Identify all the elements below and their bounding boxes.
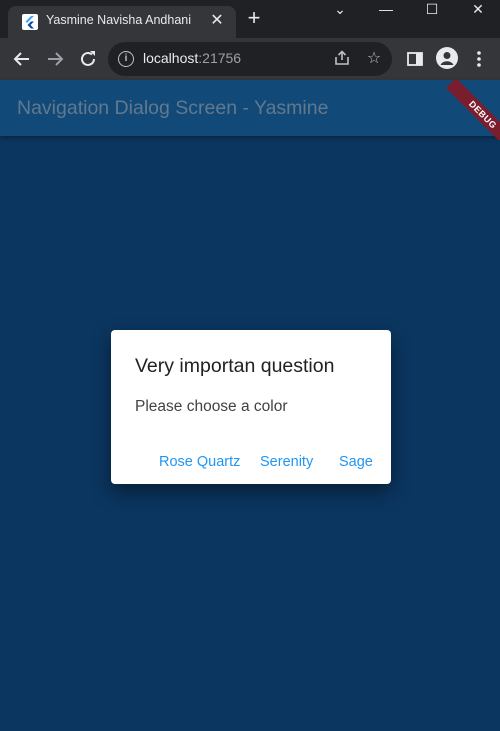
browser-chrome: Yasmine Navisha Andhani ✕ + ⌄ — ☐ ✕ i lo… [0,0,500,80]
reload-icon[interactable] [77,48,99,70]
alert-dialog: Very importan question Please choose a c… [111,330,391,484]
maximize-button[interactable]: ☐ [412,0,452,20]
dialog-content: Please choose a color [135,398,288,415]
new-tab-button[interactable]: + [244,7,264,29]
minimize-button[interactable]: — [366,0,406,20]
address-bar[interactable]: i localhost:21756 ☆ [108,42,392,76]
menu-kebab-icon[interactable] [468,48,490,70]
side-panel-icon[interactable] [404,48,426,70]
close-window-button[interactable]: ✕ [458,0,498,20]
back-arrow-icon[interactable] [11,48,33,70]
tab-strip: Yasmine Navisha Andhani ✕ + ⌄ — ☐ ✕ [0,0,500,38]
app-bar: Navigation Dialog Screen - Yasmine [0,80,500,136]
site-info-icon[interactable]: i [118,51,134,67]
dialog-title: Very importan question [135,355,335,377]
tab-search-icon[interactable]: ⌄ [320,0,360,20]
tab-close-icon[interactable]: ✕ [208,12,226,30]
browser-toolbar: i localhost:21756 ☆ [0,38,500,80]
debug-banner: DEBUG [440,80,500,140]
profile-avatar[interactable] [436,47,458,69]
share-icon[interactable] [332,49,352,69]
tab-title: Yasmine Navisha Andhani [46,13,191,27]
app-bar-title: Navigation Dialog Screen - Yasmine [17,97,329,119]
url-text[interactable]: localhost:21756 [143,50,241,66]
flutter-app: Navigation Dialog Screen - Yasmine DEBUG… [0,80,500,731]
flutter-icon [22,14,38,30]
forward-arrow-icon[interactable] [44,48,66,70]
debug-label: DEBUG [446,80,500,140]
browser-tab[interactable]: Yasmine Navisha Andhani ✕ [8,6,236,38]
bookmark-star-icon[interactable]: ☆ [364,49,384,69]
serenity-button[interactable]: Serenity [260,454,313,470]
rose-quartz-button[interactable]: Rose Quartz [159,454,240,470]
sage-button[interactable]: Sage [339,454,373,470]
